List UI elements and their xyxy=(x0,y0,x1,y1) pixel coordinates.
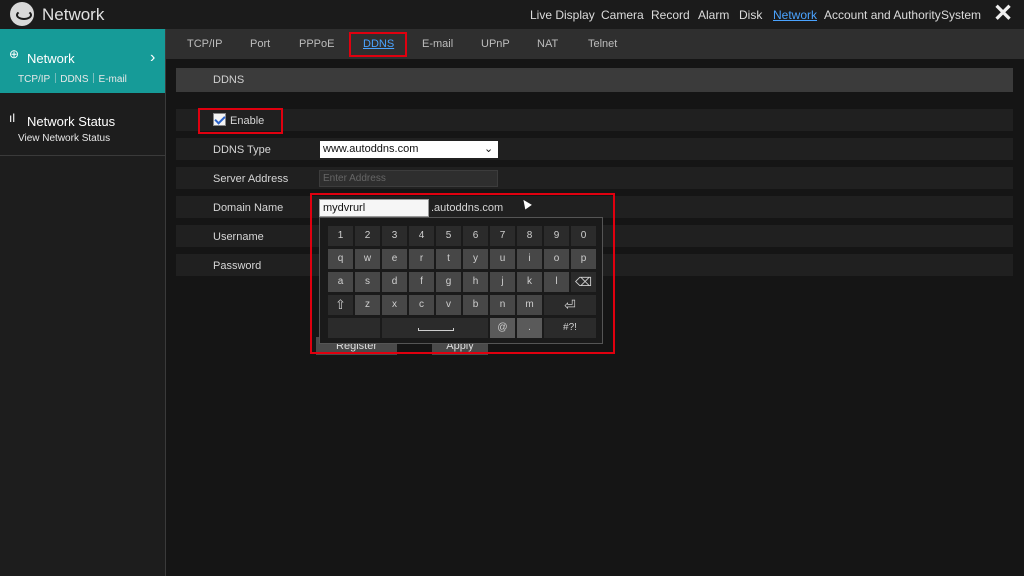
nav-record[interactable]: Record xyxy=(651,8,690,22)
close-icon[interactable]: ✕ xyxy=(993,2,1013,26)
logo-icon xyxy=(10,2,34,26)
keyboard-highlight-box xyxy=(310,193,615,354)
tab-telnet[interactable]: Telnet xyxy=(588,38,617,50)
nav-system[interactable]: System xyxy=(941,8,981,22)
tab-tcpip[interactable]: TCP/IP xyxy=(187,38,222,50)
chevron-right-icon: › xyxy=(150,49,156,66)
form-row-enable xyxy=(176,109,1013,131)
sidebar-item-subtitle: View Network Status xyxy=(18,133,111,144)
nav-camera[interactable]: Camera xyxy=(601,8,644,22)
globe-icon: ⊕ xyxy=(9,47,20,61)
section-header xyxy=(176,68,1013,92)
nav-live-display[interactable]: Live Display xyxy=(530,8,595,22)
sidebar-item-subtitle: TCP/IP｜DDNS｜E-mail xyxy=(18,74,127,85)
tab-pppoe[interactable]: PPPoE xyxy=(299,38,334,50)
tab-upnp[interactable]: UPnP xyxy=(481,38,510,50)
tab-nat[interactable]: NAT xyxy=(537,38,558,50)
signal-icon: ıl xyxy=(9,111,15,125)
form-row-ddns-type xyxy=(176,138,1013,160)
username-label: Username xyxy=(213,231,264,243)
nav-account-authority[interactable]: Account and Authority xyxy=(824,8,941,22)
chevron-down-icon: ⌄ xyxy=(484,143,494,155)
section-title: DDNS xyxy=(213,74,245,86)
nav-alarm[interactable]: Alarm xyxy=(698,8,729,22)
nav-disk[interactable]: Disk xyxy=(739,8,762,22)
sidebar-item-label: Network xyxy=(27,51,75,66)
ddns-type-select[interactable]: www.autoddns.com xyxy=(320,141,498,158)
form-row-server-address xyxy=(176,167,1013,189)
app-title: Network xyxy=(42,5,105,24)
domain-name-label: Domain Name xyxy=(213,202,284,214)
ddns-type-label: DDNS Type xyxy=(213,144,271,156)
tab-highlight-box xyxy=(349,32,407,57)
enable-highlight-box xyxy=(198,108,283,134)
tab-port[interactable]: Port xyxy=(250,38,270,50)
sidebar-item-network[interactable]: ⊕ Network TCP/IP｜DDNS｜E-mail › xyxy=(0,29,165,93)
password-label: Password xyxy=(213,260,262,272)
sidebar-item-label: Network Status xyxy=(27,114,116,129)
server-address-label: Server Address xyxy=(213,173,289,185)
sidebar-item-network-status[interactable]: ıl Network Status View Network Status xyxy=(0,93,165,156)
server-address-input[interactable]: Enter Address xyxy=(319,170,498,187)
nav-network[interactable]: Network xyxy=(773,8,817,22)
tab-email[interactable]: E-mail xyxy=(422,38,453,50)
